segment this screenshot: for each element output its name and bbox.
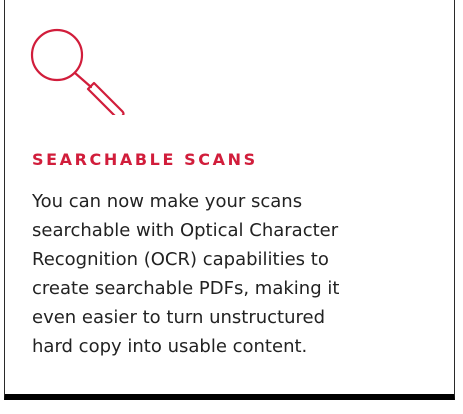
magnifying-glass-icon <box>30 28 125 115</box>
description-line: Recognition (OCR) capabilities to <box>32 249 329 270</box>
description-line: You can now make your scans <box>32 191 303 212</box>
description-line: searchable with Optical Character <box>32 220 339 241</box>
feature-description: You can now make your scans searchable w… <box>32 187 412 361</box>
feature-title: SEARCHABLE SCANS <box>32 150 258 169</box>
description-line: hard copy into usable content. <box>32 336 308 357</box>
description-line: even easier to turn unstructured <box>32 307 326 328</box>
feature-card: SEARCHABLE SCANS You can now make your s… <box>4 0 455 400</box>
description-line: create searchable PDFs, making it <box>32 278 340 299</box>
